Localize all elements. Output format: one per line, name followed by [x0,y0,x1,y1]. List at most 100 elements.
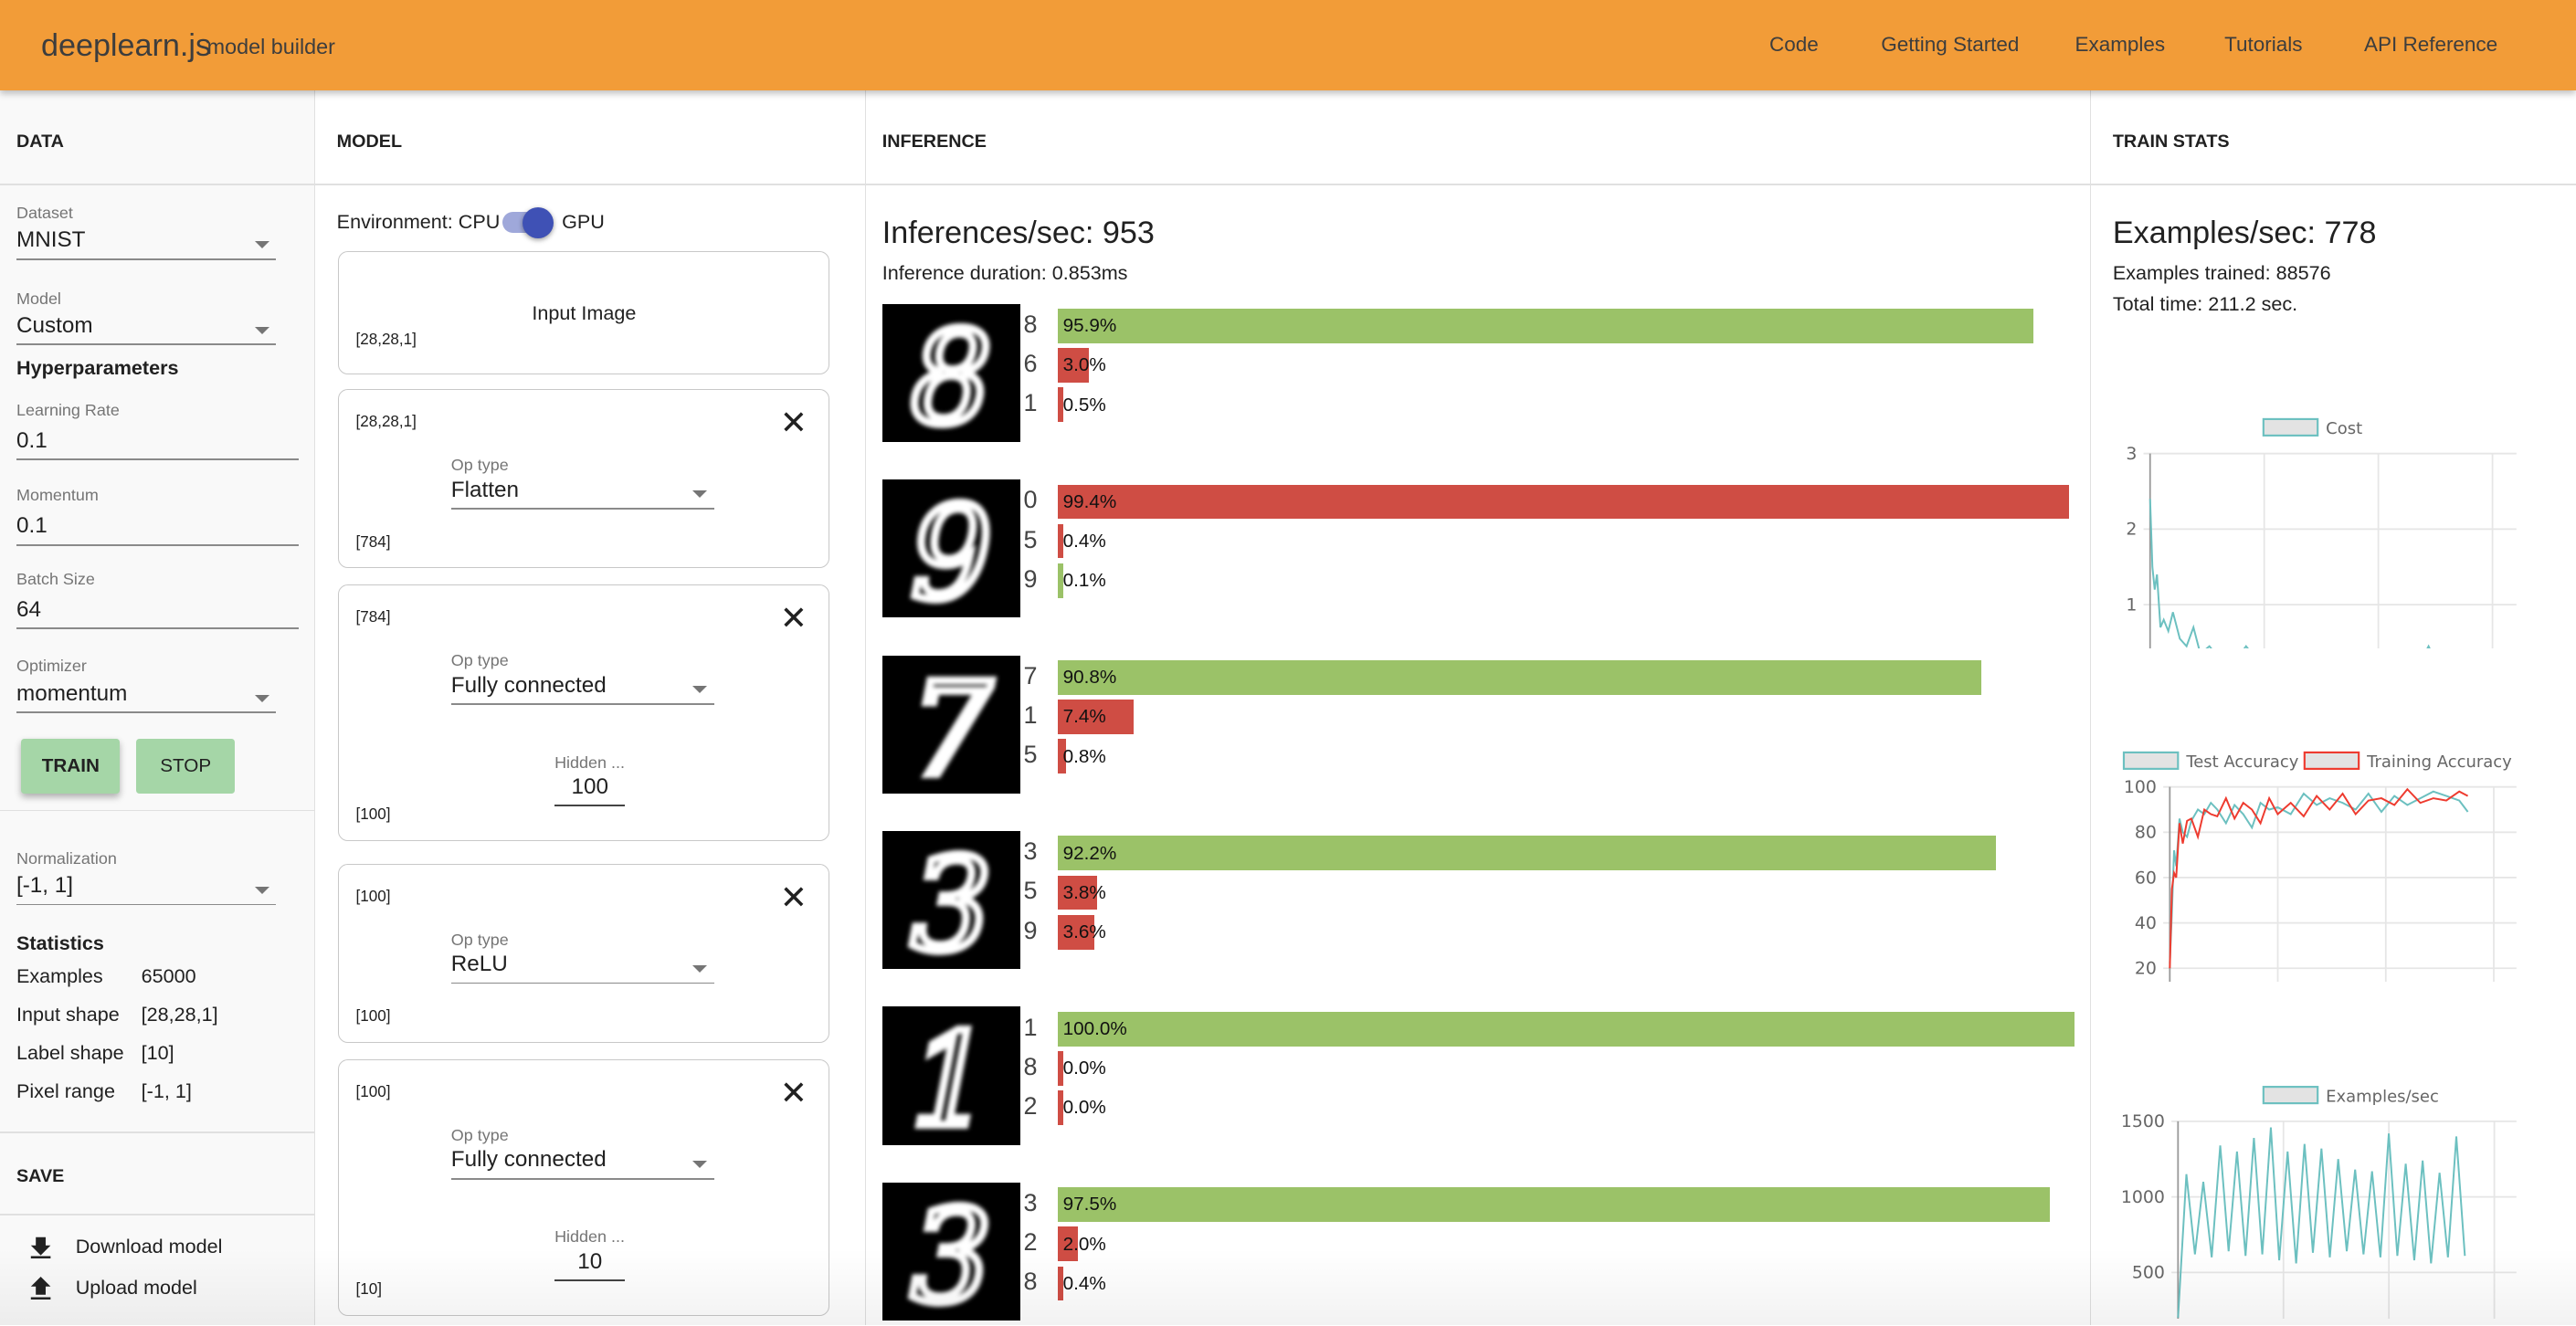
cost-chart: 0123050010001500Cost [2127,417,2518,649]
upload-model-button[interactable]: Upload model [29,1276,197,1300]
normalization-label: Normalization [16,848,117,868]
svg-text:3: 3 [911,832,992,970]
underline [16,543,300,546]
prediction-label: 8 [1023,310,1038,338]
prediction-label: 6 [1023,350,1038,378]
model-label: Model [16,289,61,308]
series-line [2177,1127,2466,1319]
series-line [2149,498,2432,649]
remove-layer-close-icon[interactable]: ✕ [780,406,808,439]
y-tick-label: 1000 [2121,1187,2165,1207]
remove-layer-close-icon[interactable]: ✕ [780,880,808,914]
probability-text: 100.0% [1062,1018,1127,1040]
op-type-value: ReLU [450,952,508,977]
data-panel: DATA Dataset MNIST Model Custom Hyperpar… [0,89,316,1326]
legend-label: Cost [2327,419,2363,438]
stat-key: Examples [16,963,103,987]
underline [450,507,714,510]
stat-value: [-1, 1] [141,1079,192,1103]
nav-code[interactable]: Code [1769,33,1819,57]
examples-per-sec: Examples/sec: 778 [2112,215,2377,250]
op-type-value: Fully connected [450,1147,607,1173]
probability-text: 0.0% [1062,1097,1106,1119]
stat-row: Label shape [10] [16,1041,218,1079]
underline [450,1177,714,1180]
batch-size-field[interactable]: Batch Size 64 [16,570,300,630]
probability-bar [1058,309,2033,343]
momentum-field[interactable]: Momentum 0.1 [16,486,300,546]
download-icon [31,1237,51,1259]
probability-text: 3.0% [1062,354,1106,376]
stop-button[interactable]: STOP [136,739,236,794]
nav-tutorials[interactable]: Tutorials [2224,33,2302,57]
probability-text: 0.5% [1062,394,1106,416]
dataset-value: MNIST [16,227,86,253]
y-tick-label: 1500 [2121,1112,2165,1132]
hidden-units-value: 10 [577,1248,603,1274]
model-select[interactable]: Model Custom [16,289,277,346]
digit-image: 1 [882,1006,1020,1145]
gpu-label: GPU [562,210,605,234]
gpu-toggle[interactable] [502,206,554,238]
brand-logo[interactable]: deeplearn.js [41,28,211,64]
probability-text: 7.4% [1062,706,1106,728]
upload-model-label: Upload model [75,1276,197,1300]
op-type-value: Fully connected [450,672,607,698]
divider [0,1131,315,1133]
svg-text:3: 3 [911,1183,992,1321]
toggle-knob [522,206,554,238]
op-type-select[interactable]: Fully connected [450,672,714,705]
environment-label: Environment: CPU [336,210,501,234]
probability-text: 99.4% [1062,490,1117,512]
prediction-label: 2 [1023,1091,1038,1120]
nav-getting-started[interactable]: Getting Started [1881,33,2019,57]
prediction-label: 5 [1023,525,1038,553]
dropdown-arrow-icon [692,489,708,499]
prediction-label: 8 [1023,1052,1038,1080]
underline [16,343,277,346]
nav-examples[interactable]: Examples [2075,33,2166,57]
momentum-value: 0.1 [16,513,48,539]
probability-text: 97.5% [1062,1194,1117,1216]
data-title: DATA [16,131,64,152]
prediction-label: 5 [1023,877,1038,905]
op-type-select[interactable]: Flatten [450,478,714,510]
optimizer-select[interactable]: Optimizer momentum [16,657,277,713]
op-type-select[interactable]: Fully connected [450,1147,714,1180]
probability-text: 0.4% [1062,530,1106,552]
y-tick-label: 20 [2135,958,2157,978]
digit-image: 9 [882,479,1020,618]
nav-api-reference[interactable]: API Reference [2364,33,2497,57]
stat-key: Pixel range [16,1079,115,1103]
inferences-per-sec: Inferences/sec: 953 [882,215,1155,250]
dropdown-arrow-icon [692,1160,708,1169]
dropdown-arrow-icon [692,964,708,973]
batch-size-label: Batch Size [16,570,95,589]
y-tick-label: 1 [2127,595,2138,615]
y-tick-label: 40 [2135,913,2157,933]
hidden-units-field[interactable]: 100 [554,774,626,807]
hidden-units-value: 100 [571,774,608,800]
divider [2091,184,2576,186]
svg-text:1: 1 [911,1007,992,1145]
layer-input-shape: [100] [355,1083,391,1101]
remove-layer-close-icon[interactable]: ✕ [780,1077,808,1110]
train-button[interactable]: TRAIN [21,739,121,794]
layer-input-shape: [784] [355,608,391,626]
probability-text: 92.2% [1062,842,1117,864]
hidden-units-field[interactable]: 10 [554,1248,626,1282]
model-title: MODEL [336,131,403,152]
learning-rate-field[interactable]: Learning Rate 0.1 [16,401,300,460]
divider [0,809,315,812]
probability-text: 3.8% [1062,881,1106,903]
layer-card: [784] ✕ Op type Fully connected Hidden ... 10… [338,584,830,841]
layer-card: [100] ✕ Op type ReLU [100] [338,863,830,1044]
download-model-button[interactable]: Download model [29,1235,222,1259]
layer-card: [100] ✕ Op type Fully connected Hidden ... 10… [338,1059,830,1316]
legend-swatch [2263,1086,2319,1105]
dataset-select[interactable]: Dataset MNIST [16,204,277,260]
input-image-title: Input Image [532,301,637,325]
remove-layer-close-icon[interactable]: ✕ [780,602,808,635]
normalization-select[interactable]: Normalization [-1, 1] [16,848,277,906]
op-type-select[interactable]: ReLU [450,952,714,984]
